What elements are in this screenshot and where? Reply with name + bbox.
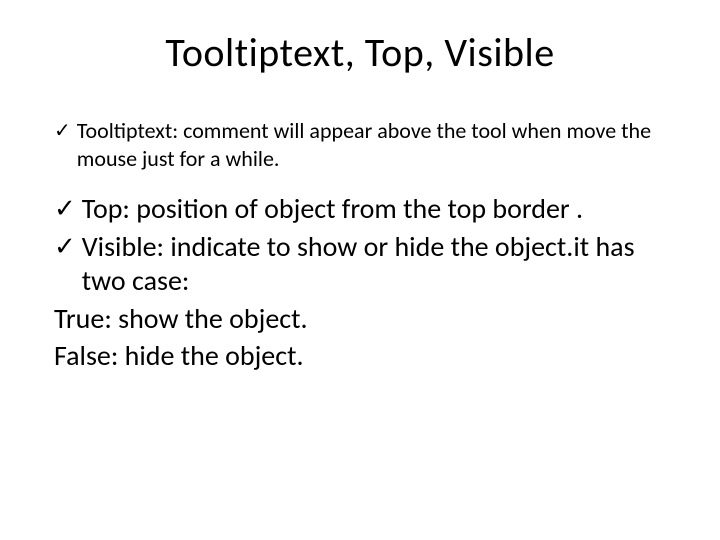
bullet-top: ✓ Top: position of object from the top b… [54,192,684,226]
bullet-visible: ✓ Visible: indicate to show or hide the … [54,230,684,298]
line-true: True: show the object. [54,302,684,336]
slide-title: Tooltiptext, Top, Visible [36,28,684,77]
bullet-visible-text: Visible: indicate to show or hide the ob… [82,230,684,298]
check-icon: ✓ [54,119,71,144]
bullet-tooltiptext: ✓ Tooltiptext: comment will appear above… [54,117,684,172]
line-false: False: hide the object. [54,339,684,373]
check-icon: ✓ [54,231,76,263]
check-icon: ✓ [54,193,76,225]
bullet-top-text: Top: position of object from the top bor… [82,192,684,226]
slide-content: ✓ Tooltiptext: comment will appear above… [36,117,684,373]
bullet-tooltiptext-text: Tooltiptext: comment will appear above t… [77,117,684,172]
